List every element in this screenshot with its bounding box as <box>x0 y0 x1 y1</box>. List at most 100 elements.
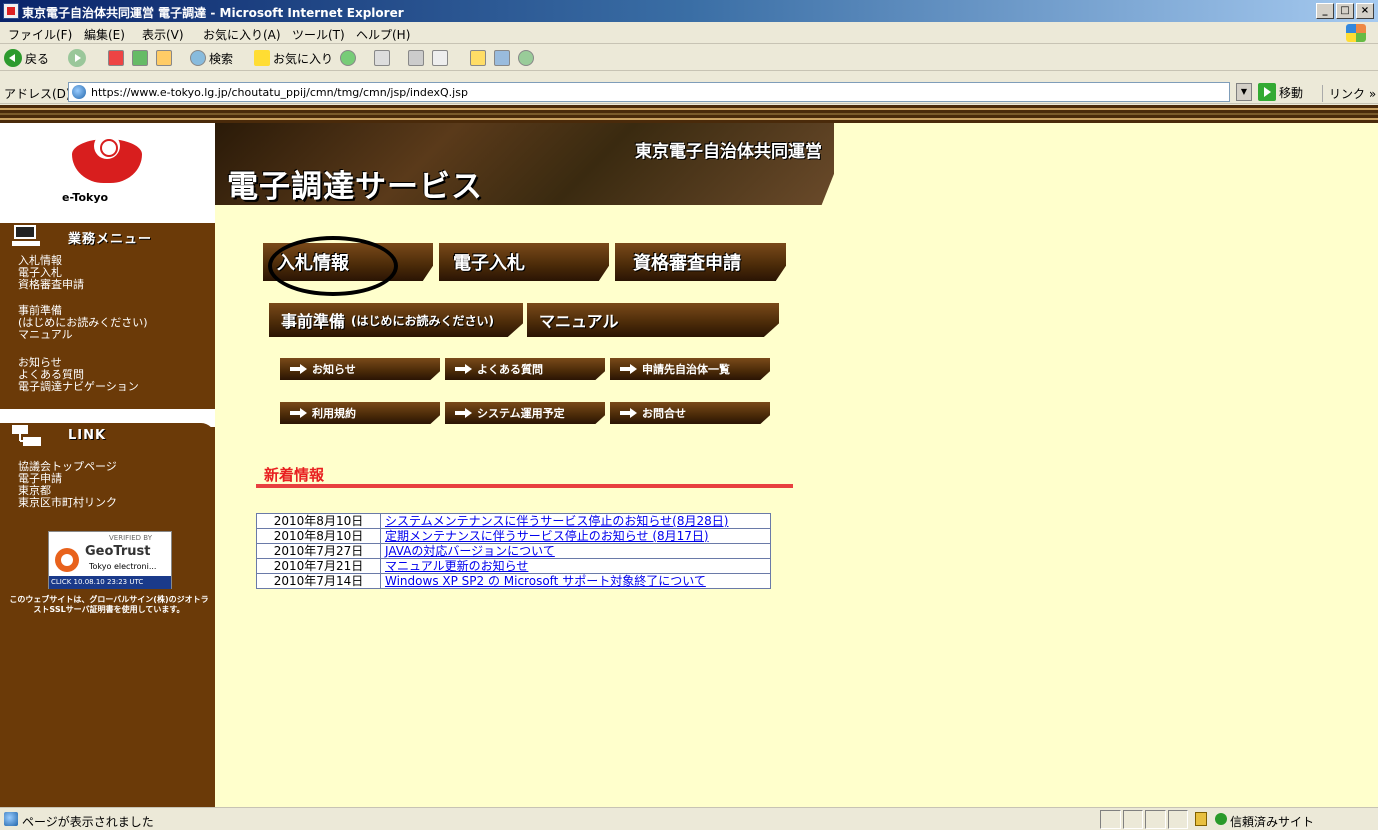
preparation-button[interactable]: 事前準備 (はじめにお読みください) <box>269 303 523 337</box>
e-tokyo-logo-icon[interactable] <box>72 133 142 183</box>
back-button[interactable]: 戻る <box>4 48 49 68</box>
mail-button[interactable] <box>374 48 390 68</box>
manual-button[interactable]: マニュアル <box>527 303 779 337</box>
status-text: ページが表示されました <box>22 815 154 829</box>
sidebar-menu-header: 業務メニュー <box>0 223 215 249</box>
windows-stack-icon <box>12 425 41 446</box>
windows-logo-icon <box>1346 24 1366 42</box>
mail-icon <box>374 50 390 66</box>
page-done-icon <box>4 812 18 826</box>
arrow-right-icon <box>455 364 473 374</box>
geotrust-seal[interactable]: VERIFIED BY GeoTrust Tokyo electroni... … <box>48 531 172 589</box>
e-bid-button-label: 電子入札 <box>453 253 525 274</box>
menu-favorites[interactable]: お気に入り(A) <box>203 26 281 43</box>
messenger-button[interactable] <box>518 48 534 68</box>
favorites-button[interactable]: お気に入り <box>254 48 333 68</box>
address-input[interactable]: https://www.e-tokyo.lg.jp/choutatu_ppij/… <box>68 82 1230 102</box>
news-divider <box>256 484 793 488</box>
news-date: 2010年7月14日 <box>256 573 381 589</box>
sidebar-link-municipalities[interactable]: 東京区市町村リンク <box>18 497 117 509</box>
banner-org-name: 東京電子自治体共同運営 <box>635 142 822 162</box>
edit-button[interactable] <box>432 48 448 68</box>
home-button[interactable] <box>156 48 172 68</box>
news-date: 2010年7月27日 <box>256 543 381 559</box>
news-link[interactable]: 定期メンテナンスに伴うサービス停止のお知らせ (8月17日) <box>380 528 771 544</box>
stop-icon <box>108 50 124 66</box>
links-button[interactable]: リンク » <box>1322 85 1376 102</box>
sidebar: 業務メニュー 入札情報 電子入札 資格審査申請 事前準備 (はじめにお読みくださ… <box>0 223 215 807</box>
menu-tools[interactable]: ツール(T) <box>292 26 345 43</box>
service-banner: 東京電子自治体共同運営 電子調達サービス <box>215 123 834 205</box>
maximize-button[interactable]: □ <box>1336 3 1354 19</box>
back-button-label: 戻る <box>25 51 50 66</box>
arrow-right-icon <box>620 408 638 418</box>
news-link[interactable]: システムメンテナンスに伴うサービス停止のお知らせ(8月28日) <box>380 513 771 529</box>
news-date: 2010年8月10日 <box>256 513 381 529</box>
print-icon <box>408 50 424 66</box>
header-stripe <box>0 105 1378 123</box>
window-title-bar[interactable]: 東京電子自治体共同運営 電子調達 - Microsoft Internet Ex… <box>0 0 1378 22</box>
terms-button[interactable]: 利用規約 <box>280 402 440 424</box>
ssl-lock-icon[interactable] <box>1195 812 1207 826</box>
menu-edit[interactable]: 編集(E) <box>84 26 125 43</box>
close-button[interactable]: × <box>1356 3 1374 19</box>
forward-button[interactable] <box>68 48 89 68</box>
sidebar-link-manual[interactable]: マニュアル <box>18 329 73 341</box>
edit-icon <box>432 50 448 66</box>
discuss-button[interactable] <box>470 48 486 68</box>
news-table: 2010年8月10日 システムメンテナンスに伴うサービス停止のお知らせ(8月28… <box>256 513 771 589</box>
refresh-icon <box>132 50 148 66</box>
forward-arrow-icon <box>68 49 86 67</box>
ie-app-icon[interactable] <box>3 3 19 19</box>
qualification-button[interactable]: 資格審査申請 <box>615 243 786 281</box>
address-url: https://www.e-tokyo.lg.jp/choutatu_ppij/… <box>91 86 468 99</box>
highlight-circle <box>268 236 398 296</box>
table-row: 2010年7月21日 マニュアル更新のお知らせ <box>256 558 771 574</box>
terms-button-label: 利用規約 <box>312 407 356 420</box>
news-link[interactable]: マニュアル更新のお知らせ <box>380 558 771 574</box>
arrow-right-icon <box>455 408 473 418</box>
menu-view[interactable]: 表示(V) <box>142 26 184 43</box>
e-bid-button[interactable]: 電子入札 <box>439 243 609 281</box>
sidebar-link-header: LINK <box>0 423 215 449</box>
favorites-button-label: お気に入り <box>273 51 334 66</box>
contact-button[interactable]: お問合せ <box>610 402 770 424</box>
home-icon <box>156 50 172 66</box>
status-bar: ページが表示されました 信頼済みサイト <box>0 807 1378 830</box>
sidebar-link-navigation[interactable]: 電子調達ナビゲーション <box>18 381 139 393</box>
faq-button-label: よくある質問 <box>477 363 543 376</box>
research-button[interactable] <box>494 48 510 68</box>
messenger-icon <box>518 50 534 66</box>
news-date: 2010年7月21日 <box>256 558 381 574</box>
news-link[interactable]: Windows XP SP2 の Microsoft サポート対象終了について <box>380 573 771 589</box>
print-button[interactable] <box>408 48 424 68</box>
system-schedule-button-label: システム運用予定 <box>477 407 565 420</box>
geotrust-note: このウェブサイトは、グローバルサイン(株)のジオトラストSSLサーバ証明書を使用… <box>9 595 209 614</box>
faq-button[interactable]: よくある質問 <box>445 358 605 380</box>
geotrust-verified-text: VERIFIED BY <box>109 534 152 542</box>
address-dropdown-button[interactable]: ▼ <box>1236 83 1252 101</box>
search-button[interactable]: 検索 <box>190 48 233 68</box>
refresh-button[interactable] <box>132 48 148 68</box>
municipality-list-button[interactable]: 申請先自治体一覧 <box>610 358 770 380</box>
news-link[interactable]: JAVAの対応バージョンについて <box>380 543 771 559</box>
menu-bar: ファイル(F) 編集(E) 表示(V) お気に入り(A) ツール(T) ヘルプ(… <box>0 22 1378 44</box>
history-button[interactable] <box>340 48 356 68</box>
sidebar-link-qualification[interactable]: 資格審査申請 <box>18 279 84 291</box>
notices-button-label: お知らせ <box>312 363 356 376</box>
menu-help[interactable]: ヘルプ(H) <box>356 26 410 43</box>
back-arrow-icon <box>4 49 22 67</box>
star-icon <box>254 50 270 66</box>
notices-button[interactable]: お知らせ <box>280 358 440 380</box>
preparation-button-label: 事前準備 <box>281 312 346 331</box>
go-arrow-icon <box>1258 83 1276 101</box>
table-row: 2010年8月10日 システムメンテナンスに伴うサービス停止のお知らせ(8月28… <box>256 513 771 529</box>
minimize-button[interactable]: _ <box>1316 3 1334 19</box>
news-date: 2010年8月10日 <box>256 528 381 544</box>
menu-file[interactable]: ファイル(F) <box>8 26 72 43</box>
go-button[interactable]: 移動 <box>1258 83 1303 101</box>
address-bar: アドレス(D) https://www.e-tokyo.lg.jp/chouta… <box>0 80 1378 104</box>
system-schedule-button[interactable]: システム運用予定 <box>445 402 605 424</box>
stop-button[interactable] <box>108 48 124 68</box>
page-icon <box>72 85 86 99</box>
